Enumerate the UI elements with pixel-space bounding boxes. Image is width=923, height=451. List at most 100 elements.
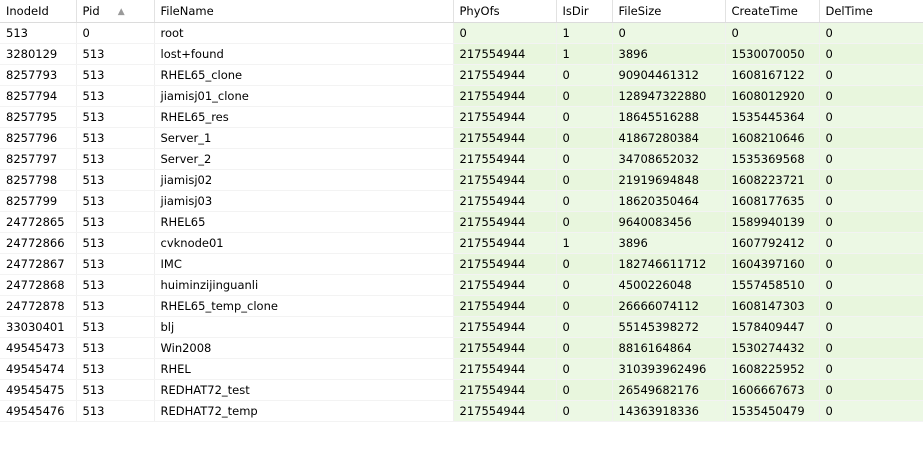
cell-phyofs[interactable]: 217554944 xyxy=(453,379,557,401)
column-header-pid[interactable]: Pid ▲ xyxy=(76,0,155,23)
cell-phyofs[interactable]: 0 xyxy=(453,22,557,44)
cell-deltime[interactable]: 0 xyxy=(819,253,923,275)
cell-inodeid[interactable]: 49545475 xyxy=(0,379,77,401)
cell-filesize[interactable]: 9640083456 xyxy=(612,211,726,233)
cell-createtime[interactable]: 1589940139 xyxy=(725,211,820,233)
cell-deltime[interactable]: 0 xyxy=(819,358,923,380)
cell-deltime[interactable]: 0 xyxy=(819,211,923,233)
cell-inodeid[interactable]: 24772868 xyxy=(0,274,77,296)
cell-phyofs[interactable]: 217554944 xyxy=(453,337,557,359)
cell-inodeid[interactable]: 24772878 xyxy=(0,295,77,317)
cell-deltime[interactable]: 0 xyxy=(819,22,923,44)
cell-filesize[interactable]: 8816164864 xyxy=(612,337,726,359)
column-header-createtime[interactable]: CreateTime xyxy=(725,0,820,23)
cell-isdir[interactable]: 0 xyxy=(556,253,613,275)
cell-filesize[interactable]: 90904461312 xyxy=(612,64,726,86)
cell-pid[interactable]: 513 xyxy=(76,211,155,233)
cell-pid[interactable]: 513 xyxy=(76,190,155,212)
cell-phyofs[interactable]: 217554944 xyxy=(453,253,557,275)
cell-deltime[interactable]: 0 xyxy=(819,379,923,401)
cell-phyofs[interactable]: 217554944 xyxy=(453,316,557,338)
cell-filename[interactable]: RHEL65_clone xyxy=(154,64,454,86)
cell-inodeid[interactable]: 33030401 xyxy=(0,316,77,338)
cell-createtime[interactable]: 1608012920 xyxy=(725,85,820,107)
cell-filename[interactable]: Server_2 xyxy=(154,148,454,170)
column-header-phyofs[interactable]: PhyOfs xyxy=(453,0,557,23)
cell-pid[interactable]: 513 xyxy=(76,43,155,65)
cell-filename[interactable]: root xyxy=(154,22,454,44)
cell-isdir[interactable]: 1 xyxy=(556,22,613,44)
cell-filesize[interactable]: 0 xyxy=(612,22,726,44)
table-row[interactable]: 3280129 513 lost+found 217554944 1 3896 153007… xyxy=(0,43,923,65)
cell-createtime[interactable]: 1604397160 xyxy=(725,253,820,275)
cell-deltime[interactable]: 0 xyxy=(819,148,923,170)
cell-createtime[interactable]: 0 xyxy=(725,22,820,44)
cell-isdir[interactable]: 0 xyxy=(556,379,613,401)
cell-isdir[interactable]: 0 xyxy=(556,337,613,359)
cell-pid[interactable]: 513 xyxy=(76,85,155,107)
cell-createtime[interactable]: 1557458510 xyxy=(725,274,820,296)
cell-filename[interactable]: jiamisj01_clone xyxy=(154,85,454,107)
cell-filename[interactable]: Win2008 xyxy=(154,337,454,359)
cell-inodeid[interactable]: 24772866 xyxy=(0,232,77,254)
cell-inodeid[interactable]: 8257798 xyxy=(0,169,77,191)
column-header-isdir[interactable]: IsDir xyxy=(556,0,613,23)
cell-deltime[interactable]: 0 xyxy=(819,43,923,65)
table-row[interactable]: 24772868 513 huiminzijinguanli 217554944 0 45… xyxy=(0,274,923,296)
cell-phyofs[interactable]: 217554944 xyxy=(453,85,557,107)
table-row[interactable]: 8257797 513 Server_2 217554944 0 34708652032 1… xyxy=(0,148,923,170)
table-row[interactable]: 8257795 513 RHEL65_res 217554944 0 1864551628… xyxy=(0,106,923,128)
cell-phyofs[interactable]: 217554944 xyxy=(453,358,557,380)
cell-isdir[interactable]: 0 xyxy=(556,358,613,380)
cell-inodeid[interactable]: 8257796 xyxy=(0,127,77,149)
cell-isdir[interactable]: 0 xyxy=(556,106,613,128)
table-row[interactable]: 49545475 513 REDHAT72_test 217554944 0 265496… xyxy=(0,379,923,401)
cell-phyofs[interactable]: 217554944 xyxy=(453,274,557,296)
table-row[interactable]: 8257799 513 jiamisj03 217554944 0 18620350464… xyxy=(0,190,923,212)
cell-isdir[interactable]: 1 xyxy=(556,43,613,65)
cell-filename[interactable]: RHEL65_res xyxy=(154,106,454,128)
table-row[interactable]: 8257794 513 jiamisj01_clone 217554944 0 12894… xyxy=(0,85,923,107)
cell-filename[interactable]: REDHAT72_temp xyxy=(154,400,454,422)
table-row[interactable]: 33030401 513 blj 217554944 0 55145398272 15784… xyxy=(0,316,923,338)
cell-phyofs[interactable]: 217554944 xyxy=(453,43,557,65)
cell-filesize[interactable]: 18645516288 xyxy=(612,106,726,128)
cell-deltime[interactable]: 0 xyxy=(819,127,923,149)
cell-isdir[interactable]: 0 xyxy=(556,295,613,317)
cell-pid[interactable]: 513 xyxy=(76,274,155,296)
cell-inodeid[interactable]: 8257794 xyxy=(0,85,77,107)
cell-createtime[interactable]: 1608147303 xyxy=(725,295,820,317)
cell-pid[interactable]: 513 xyxy=(76,64,155,86)
cell-inodeid[interactable]: 49545474 xyxy=(0,358,77,380)
cell-filesize[interactable]: 3896 xyxy=(612,43,726,65)
cell-createtime[interactable]: 1608167122 xyxy=(725,64,820,86)
cell-phyofs[interactable]: 217554944 xyxy=(453,190,557,212)
table-row[interactable]: 8257796 513 Server_1 217554944 0 41867280384 1… xyxy=(0,127,923,149)
table-row[interactable]: 8257793 513 RHEL65_clone 217554944 0 90904461… xyxy=(0,64,923,86)
cell-isdir[interactable]: 0 xyxy=(556,85,613,107)
cell-pid[interactable]: 513 xyxy=(76,316,155,338)
cell-deltime[interactable]: 0 xyxy=(819,295,923,317)
cell-deltime[interactable]: 0 xyxy=(819,169,923,191)
cell-phyofs[interactable]: 217554944 xyxy=(453,211,557,233)
cell-inodeid[interactable]: 513 xyxy=(0,22,77,44)
cell-inodeid[interactable]: 24772865 xyxy=(0,211,77,233)
cell-isdir[interactable]: 0 xyxy=(556,169,613,191)
cell-phyofs[interactable]: 217554944 xyxy=(453,232,557,254)
cell-filesize[interactable]: 182746611712 xyxy=(612,253,726,275)
cell-phyofs[interactable]: 217554944 xyxy=(453,64,557,86)
table-row[interactable]: 8257798 513 jiamisj02 217554944 0 21919694848… xyxy=(0,169,923,191)
cell-filename[interactable]: cvknode01 xyxy=(154,232,454,254)
column-header-deltime[interactable]: DelTime xyxy=(819,0,923,23)
table-row[interactable]: 24772866 513 cvknode01 217554944 1 3896 160779… xyxy=(0,232,923,254)
cell-pid[interactable]: 513 xyxy=(76,106,155,128)
cell-inodeid[interactable]: 8257799 xyxy=(0,190,77,212)
cell-filesize[interactable]: 26666074112 xyxy=(612,295,726,317)
cell-createtime[interactable]: 1608223721 xyxy=(725,169,820,191)
cell-filesize[interactable]: 21919694848 xyxy=(612,169,726,191)
table-row[interactable]: 49545474 513 RHEL 217554944 0 310393962496 160… xyxy=(0,358,923,380)
column-header-filename[interactable]: FileName xyxy=(154,0,454,23)
cell-inodeid[interactable]: 49545476 xyxy=(0,400,77,422)
cell-deltime[interactable]: 0 xyxy=(819,274,923,296)
cell-filename[interactable]: lost+found xyxy=(154,43,454,65)
